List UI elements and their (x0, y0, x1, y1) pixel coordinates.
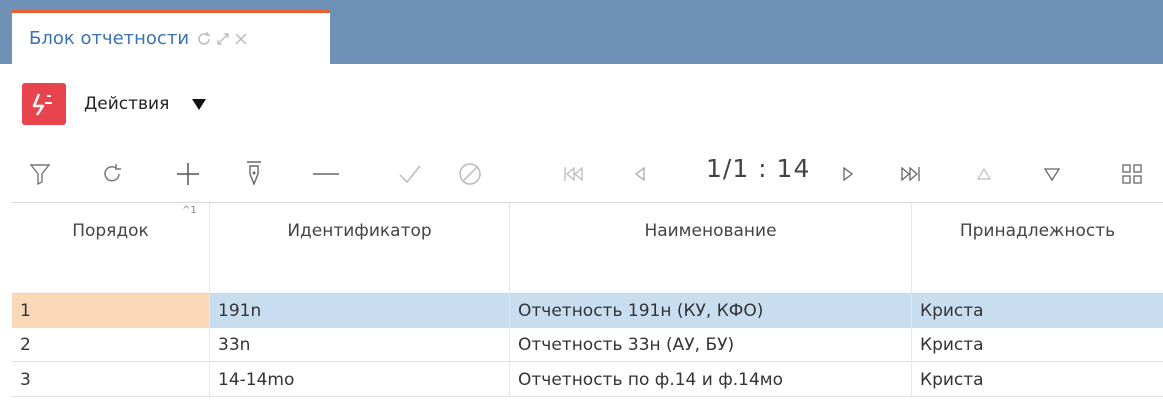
move-down-button[interactable] (1036, 158, 1068, 190)
save-button[interactable] (394, 158, 426, 190)
column-header-label: Порядок (72, 221, 149, 241)
plus-icon (177, 163, 199, 185)
grid-icon (1122, 164, 1142, 184)
edit-icon (247, 161, 261, 186)
pager-text: 1/1 : 14 (706, 154, 811, 183)
next-page-button[interactable] (832, 158, 864, 190)
last-page-icon (901, 166, 920, 182)
delete-button[interactable] (310, 158, 342, 190)
filter-icon (29, 164, 51, 186)
column-header-order[interactable]: Порядок ^1 (12, 203, 210, 293)
column-header-label: Наименование (644, 221, 777, 241)
last-page-button[interactable] (894, 158, 926, 190)
next-page-icon (843, 167, 854, 181)
close-icon[interactable] (233, 31, 249, 47)
filter-button[interactable] (24, 158, 56, 190)
grid-view-button[interactable] (1116, 158, 1148, 190)
edit-button[interactable] (238, 158, 270, 190)
cell-order: 2 (12, 328, 210, 362)
prev-page-button[interactable] (624, 158, 656, 190)
tab-title: Блок отчетности (29, 28, 190, 49)
cell-owner: Криста (920, 370, 984, 390)
column-header-label: Идентификатор (287, 221, 432, 241)
cell-order: 3 (12, 363, 210, 397)
prev-page-icon (634, 167, 645, 181)
refresh-button[interactable] (96, 158, 128, 190)
table-row[interactable]: 2 33n Отчетность 33н (АУ, БУ) Криста (12, 328, 1163, 362)
table-row[interactable]: 3 14-14mo Отчетность по ф.14 и ф.14мо Кр… (12, 363, 1163, 397)
expand-icon[interactable] (215, 31, 231, 47)
column-header-name[interactable]: Наименование (510, 203, 912, 293)
tab-icons (195, 30, 249, 48)
cell-owner: Криста (912, 294, 1163, 328)
cell-identifier: 33n (210, 328, 510, 362)
cell-owner: Криста (920, 335, 984, 355)
cell-identifier: 191n (210, 294, 510, 328)
tab-bar: Блок отчетности (0, 0, 1163, 64)
minus-icon (313, 173, 339, 175)
column-header-owner[interactable]: Принадлежность (912, 203, 1163, 293)
sort-indicator: ^1 (182, 205, 197, 216)
first-page-button[interactable] (558, 158, 590, 190)
up-arrow-icon (977, 168, 991, 180)
cell-order: 1 (12, 294, 210, 328)
actions-bar: Действия (12, 64, 1163, 144)
data-grid: Порядок ^1 Идентификатор Наименование Пр… (12, 202, 1163, 405)
refresh-icon (104, 164, 121, 182)
cell-identifier: 14-14mo (210, 363, 510, 397)
refresh-icon[interactable] (195, 30, 213, 48)
app-logo (22, 83, 66, 125)
add-button[interactable] (172, 158, 204, 190)
dropdown-arrow-icon[interactable] (191, 97, 207, 111)
cancel-icon (459, 163, 481, 185)
cell-name: Отчетность по ф.14 и ф.14мо (510, 363, 912, 397)
cancel-button[interactable] (454, 158, 486, 190)
column-header-identifier[interactable]: Идентификатор (210, 203, 510, 293)
column-header-label: Принадлежность (959, 221, 1116, 241)
check-icon (399, 165, 421, 184)
logo-icon (32, 93, 52, 116)
cell-name: Отчетность 191н (КУ, КФО) (510, 294, 912, 328)
first-page-icon (564, 166, 583, 182)
table-row[interactable]: 1 191n Отчетность 191н (КУ, КФО) Криста (12, 293, 1163, 328)
actions-menu-label[interactable]: Действия (84, 94, 169, 114)
cell-name: Отчетность 33н (АУ, БУ) (510, 328, 912, 362)
grid-toolbar: 1/1 : 14 (12, 144, 1163, 202)
down-arrow-icon (1044, 168, 1060, 181)
tab-reporting-block[interactable]: Блок отчетности (12, 10, 330, 64)
move-up-button[interactable] (968, 158, 1000, 190)
